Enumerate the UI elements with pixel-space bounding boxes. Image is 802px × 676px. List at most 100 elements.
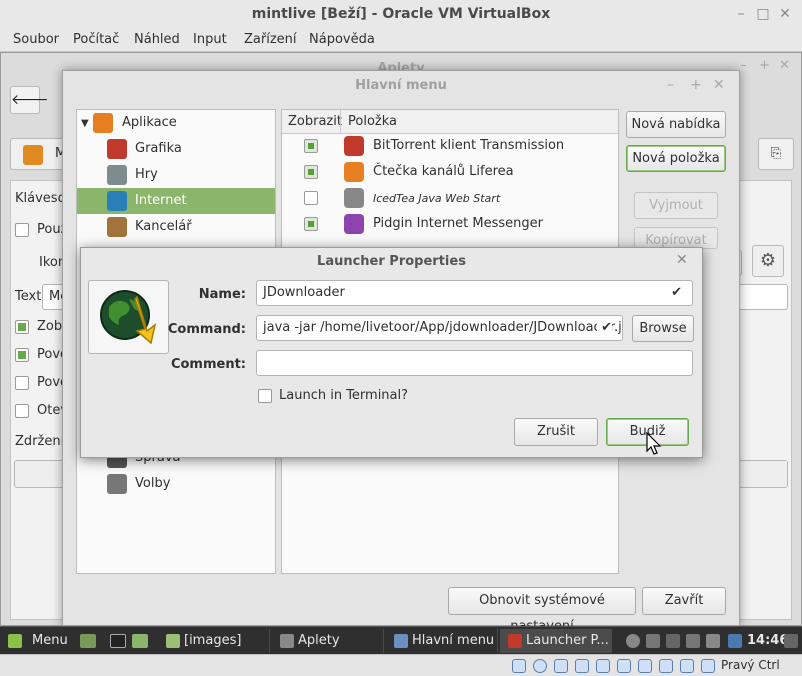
audio-icon[interactable] xyxy=(554,659,568,673)
command-value: java -jar /home/livetoor/App/jdownloader… xyxy=(263,320,623,335)
items-list-header: Zobrazit Položka xyxy=(282,110,618,134)
new-menu-button[interactable]: Nová nabídka xyxy=(626,111,726,138)
copy-button[interactable]: Kopírovat xyxy=(634,227,718,249)
show-desktop-icon[interactable] xyxy=(80,634,96,648)
gear-icon[interactable]: ⚙ xyxy=(752,245,784,277)
display-icon[interactable] xyxy=(638,659,652,673)
minimize-icon[interactable]: – xyxy=(730,0,752,28)
applet-action-button[interactable]: ⎘ xyxy=(758,138,794,170)
open-checkbox[interactable] xyxy=(15,404,29,418)
update-icon[interactable] xyxy=(646,634,660,648)
show-checkbox[interactable] xyxy=(304,217,318,231)
task-hlavni-menu[interactable]: Hlavní menu xyxy=(386,629,498,653)
menu-napoveda[interactable]: Nápověda xyxy=(309,32,375,47)
java-icon xyxy=(344,188,364,208)
task-aplety[interactable]: Aplety xyxy=(272,629,384,653)
show-checkbox[interactable] xyxy=(304,191,318,205)
close-icon[interactable]: ✕ xyxy=(774,0,796,28)
command-field[interactable]: java -jar /home/livetoor/App/jdownloader… xyxy=(256,315,623,341)
item-label: Čtečka kanálů Liferea xyxy=(373,164,514,179)
show-checkbox[interactable] xyxy=(304,139,318,153)
allow-checkbox-2[interactable] xyxy=(15,376,29,390)
use-checkbox[interactable] xyxy=(15,223,29,237)
hm-minimize-icon[interactable]: – xyxy=(667,77,674,93)
close-button[interactable]: Zavřít xyxy=(642,587,726,615)
vbox-statusbar: Pravý Ctrl xyxy=(0,654,802,676)
applications-icon xyxy=(93,113,113,133)
list-item[interactable]: Pidgin Internet Messenger xyxy=(282,211,618,237)
browse-button[interactable]: Browse xyxy=(632,315,694,342)
menu-pocitac[interactable]: Počítač xyxy=(73,32,119,47)
games-icon xyxy=(107,165,127,185)
menu-input[interactable]: Input xyxy=(193,32,227,47)
restore-defaults-button[interactable]: Obnovit systémové nastavení xyxy=(448,587,636,634)
category-label: Grafika xyxy=(135,141,182,156)
hm-close-icon[interactable]: ✕ xyxy=(713,77,725,93)
shared-folders-icon[interactable] xyxy=(617,659,631,673)
cut-button[interactable]: Vyjmout xyxy=(634,192,718,219)
category-preferences[interactable]: Volby xyxy=(77,471,275,497)
show-checkbox[interactable] xyxy=(15,320,29,334)
host-key-label: Pravý Ctrl xyxy=(721,658,780,672)
bluetooth-icon[interactable] xyxy=(686,634,700,648)
category-internet[interactable]: Internet xyxy=(77,188,275,214)
menu-soubor[interactable]: Soubor xyxy=(13,32,59,47)
category-games[interactable]: Hry xyxy=(77,162,275,188)
column-show[interactable]: Zobrazit xyxy=(288,114,342,129)
recording-icon[interactable] xyxy=(659,659,673,673)
aplety-right-field[interactable] xyxy=(738,284,788,310)
column-separator xyxy=(340,110,341,134)
expand-triangle-icon[interactable]: ▼ xyxy=(81,118,89,129)
clock[interactable]: 14:46 xyxy=(747,627,788,655)
pidgin-icon xyxy=(344,214,364,234)
battery-icon[interactable] xyxy=(706,634,720,648)
terminal-icon[interactable] xyxy=(110,634,126,648)
hard-disk-icon[interactable] xyxy=(512,659,526,673)
comment-field[interactable] xyxy=(256,350,693,376)
files-icon[interactable] xyxy=(132,634,148,648)
hm-maximize-icon[interactable]: + xyxy=(690,77,702,93)
volume-icon[interactable] xyxy=(784,634,798,648)
usb-icon[interactable] xyxy=(596,659,610,673)
task-label: Aplety xyxy=(298,633,340,648)
aplety-right-button[interactable] xyxy=(738,460,788,488)
category-label: Hry xyxy=(135,167,158,182)
task-label: Launcher P... xyxy=(526,633,609,648)
category-office[interactable]: Kancelář xyxy=(77,214,275,240)
name-field[interactable]: JDownloader ✔ xyxy=(256,280,693,306)
network-icon[interactable] xyxy=(666,634,680,648)
menu-zarizeni[interactable]: Zařízení xyxy=(244,32,297,47)
launch-in-terminal-checkbox[interactable] xyxy=(258,389,272,403)
task-label: Hlavní menu xyxy=(412,633,495,648)
task-images[interactable]: [images] xyxy=(158,629,270,653)
aplety-maximize-icon[interactable]: + xyxy=(759,58,770,73)
new-item-button[interactable]: Nová položka xyxy=(626,145,726,172)
aplety-close-icon[interactable]: ✕ xyxy=(779,58,790,73)
dialog-close-icon[interactable]: ✕ xyxy=(676,252,688,268)
aplety-minimize-icon[interactable]: – xyxy=(740,58,747,73)
user-icon[interactable] xyxy=(626,634,640,648)
cancel-button[interactable]: Zrušit xyxy=(514,418,598,446)
menu-button[interactable]: Menu xyxy=(32,627,68,655)
shield-icon[interactable] xyxy=(728,634,742,648)
maximize-icon[interactable]: □ xyxy=(752,0,774,28)
allow-checkbox-1[interactable] xyxy=(15,348,29,362)
vt-x-icon[interactable] xyxy=(680,659,694,673)
category-graphics[interactable]: Grafika xyxy=(77,136,275,162)
launch-in-terminal-label: Launch in Terminal? xyxy=(279,388,409,403)
applet-icon xyxy=(23,145,43,165)
list-item[interactable]: IcedTea Java Web Start xyxy=(282,185,618,211)
network-adapter-icon[interactable] xyxy=(575,659,589,673)
menu-nahled[interactable]: Náhled xyxy=(134,32,180,47)
applet-tab[interactable]: M xyxy=(10,138,70,170)
category-applications[interactable]: ▼ Aplikace xyxy=(77,110,275,136)
task-launcher-properties[interactable]: Launcher P... xyxy=(500,629,612,653)
list-item[interactable]: Čtečka kanálů Liferea xyxy=(282,159,618,185)
show-checkbox[interactable] xyxy=(304,165,318,179)
column-item[interactable]: Položka xyxy=(348,114,397,129)
optical-drive-icon[interactable] xyxy=(533,659,547,673)
list-item[interactable]: BitTorrent klient Transmission xyxy=(282,133,618,159)
back-button[interactable]: 🡐 xyxy=(10,86,49,114)
mouse-integration-icon[interactable] xyxy=(701,659,715,673)
mouse-cursor-icon xyxy=(646,432,662,455)
